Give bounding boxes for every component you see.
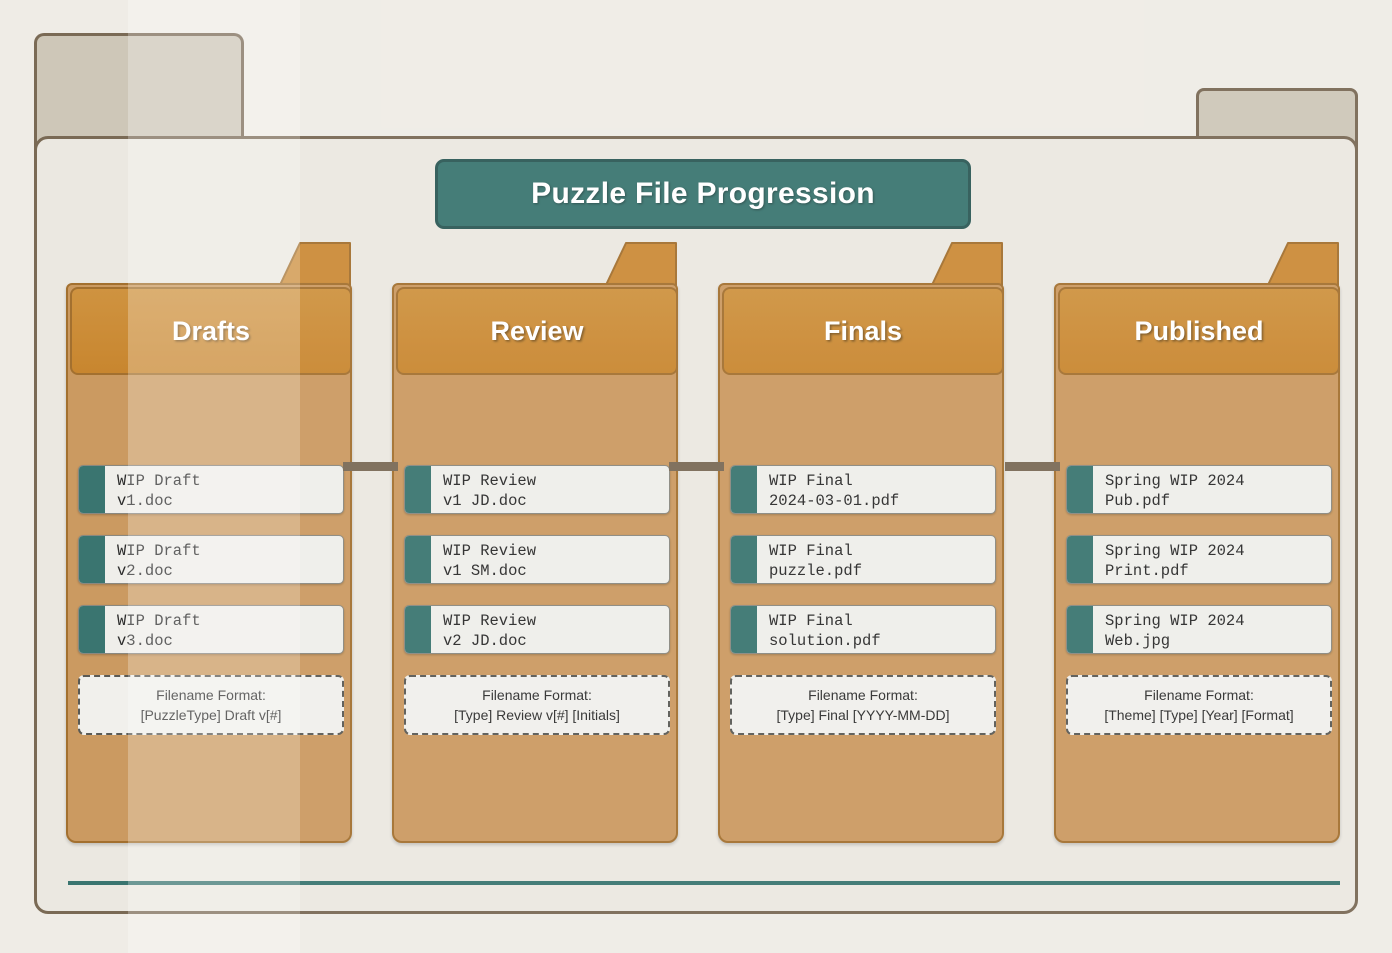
file-name-line2: v1 SM.doc <box>443 562 527 580</box>
file-type-stripe <box>1067 536 1093 583</box>
file-card[interactable]: WIP Draft v2.doc <box>78 535 344 584</box>
file-name-line2: v3.doc <box>117 632 173 650</box>
filename-format-box: Filename Format: [Type] Final [YYYY-MM-D… <box>730 675 996 735</box>
file-name-line1: Spring WIP 2024 <box>1105 542 1245 560</box>
filename-format-label: Filename Format: <box>156 687 266 703</box>
file-type-stripe <box>79 606 105 653</box>
folder-header: Review <box>396 287 678 375</box>
file-card[interactable]: WIP Draft v3.doc <box>78 605 344 654</box>
connector-review-to-finals <box>669 462 724 471</box>
folder-body: Review WIP Review v1 JD.doc WIP Review v… <box>392 283 678 843</box>
file-name-line1: WIP Draft <box>117 542 201 560</box>
filename-format-box: Filename Format: [Type] Review v[#] [Ini… <box>404 675 670 735</box>
folder-body: Published Spring WIP 2024 Pub.pdf Spring… <box>1054 283 1340 843</box>
file-name-line1: WIP Final <box>769 612 853 630</box>
file-name-line2: puzzle.pdf <box>769 562 863 580</box>
file-card[interactable]: WIP Draft v1.doc <box>78 465 344 514</box>
folder-columns: Drafts WIP Draft v1.doc WIP Draft v2.doc… <box>0 0 1392 953</box>
file-name-line1: WIP Review <box>443 612 537 630</box>
filename-format-pattern: [Type] Review v[#] [Initials] <box>454 707 620 723</box>
folder-column-finals[interactable]: Finals WIP Final 2024-03-01.pdf WIP Fina… <box>718 241 1004 843</box>
file-type-stripe <box>731 466 757 513</box>
bottom-accent-rule <box>68 881 1340 885</box>
file-name-line2: Print.pdf <box>1105 562 1189 580</box>
file-name-line1: WIP Draft <box>117 612 201 630</box>
folder-column-review[interactable]: Review WIP Review v1 JD.doc WIP Review v… <box>392 241 678 843</box>
file-list: Spring WIP 2024 Pub.pdf Spring WIP 2024 … <box>1066 465 1332 675</box>
file-card[interactable]: WIP Final 2024-03-01.pdf <box>730 465 996 514</box>
file-name-line1: WIP Review <box>443 472 537 490</box>
file-name-line1: WIP Draft <box>117 472 201 490</box>
file-name-line2: v1.doc <box>117 492 173 510</box>
folder-title: Published <box>1134 315 1264 346</box>
file-list: WIP Final 2024-03-01.pdf WIP Final puzzl… <box>730 465 996 675</box>
filename-format-label: Filename Format: <box>482 687 592 703</box>
file-card[interactable]: Spring WIP 2024 Print.pdf <box>1066 535 1332 584</box>
page-title-banner: Puzzle File Progression <box>435 159 971 229</box>
filename-format-box: Filename Format: [PuzzleType] Draft v[#] <box>78 675 344 735</box>
folder-tab-icon <box>930 241 1004 287</box>
file-type-stripe <box>731 606 757 653</box>
file-type-stripe <box>79 536 105 583</box>
page-title: Puzzle File Progression <box>531 177 875 210</box>
folder-header: Published <box>1058 287 1340 375</box>
file-type-stripe <box>731 536 757 583</box>
file-name-line2: v2.doc <box>117 562 173 580</box>
folder-tab-icon <box>604 241 678 287</box>
file-type-stripe <box>79 466 105 513</box>
file-name-line2: 2024-03-01.pdf <box>769 492 900 510</box>
filename-format-box: Filename Format: [Theme] [Type] [Year] [… <box>1066 675 1332 735</box>
filename-format-label: Filename Format: <box>808 687 918 703</box>
connector-finals-to-published <box>1005 462 1060 471</box>
file-list: WIP Draft v1.doc WIP Draft v2.doc WIP Dr… <box>78 465 344 675</box>
file-card[interactable]: Spring WIP 2024 Pub.pdf <box>1066 465 1332 514</box>
file-type-stripe <box>1067 606 1093 653</box>
folder-column-drafts[interactable]: Drafts WIP Draft v1.doc WIP Draft v2.doc… <box>66 241 352 843</box>
folder-tab-icon <box>1266 241 1340 287</box>
file-name-line1: Spring WIP 2024 <box>1105 612 1245 630</box>
file-card[interactable]: WIP Final solution.pdf <box>730 605 996 654</box>
file-name-line2: Pub.pdf <box>1105 492 1171 510</box>
folder-column-published[interactable]: Published Spring WIP 2024 Pub.pdf Spring… <box>1054 241 1340 843</box>
filename-format-label: Filename Format: <box>1144 687 1254 703</box>
file-name-line1: WIP Final <box>769 542 853 560</box>
folder-title: Drafts <box>171 315 251 346</box>
file-name-line1: Spring WIP 2024 <box>1105 472 1245 490</box>
file-name-line2: solution.pdf <box>769 632 881 650</box>
file-card[interactable]: WIP Review v1 SM.doc <box>404 535 670 584</box>
file-name-line2: v1 JD.doc <box>443 492 527 510</box>
file-card[interactable]: Spring WIP 2024 Web.jpg <box>1066 605 1332 654</box>
folder-tab-icon <box>278 241 352 287</box>
file-card[interactable]: WIP Final puzzle.pdf <box>730 535 996 584</box>
folder-header: Drafts <box>70 287 352 375</box>
folder-title: Finals <box>823 315 903 346</box>
connector-drafts-to-review <box>343 462 398 471</box>
filename-format-pattern: [Theme] [Type] [Year] [Format] <box>1104 707 1294 723</box>
filename-format-pattern: [PuzzleType] Draft v[#] <box>140 707 282 723</box>
file-type-stripe <box>405 466 431 513</box>
file-type-stripe <box>405 606 431 653</box>
file-card[interactable]: WIP Review v1 JD.doc <box>404 465 670 514</box>
file-name-line1: WIP Final <box>769 472 853 490</box>
file-name-line1: WIP Review <box>443 542 537 560</box>
file-list: WIP Review v1 JD.doc WIP Review v1 SM.do… <box>404 465 670 675</box>
file-card[interactable]: WIP Review v2 JD.doc <box>404 605 670 654</box>
folder-title: Review <box>490 315 584 346</box>
file-type-stripe <box>405 536 431 583</box>
file-name-line2: v2 JD.doc <box>443 632 527 650</box>
folder-header: Finals <box>722 287 1004 375</box>
folder-body: Drafts WIP Draft v1.doc WIP Draft v2.doc… <box>66 283 352 843</box>
file-name-line2: Web.jpg <box>1105 632 1171 650</box>
file-type-stripe <box>1067 466 1093 513</box>
folder-body: Finals WIP Final 2024-03-01.pdf WIP Fina… <box>718 283 1004 843</box>
filename-format-pattern: [Type] Final [YYYY-MM-DD] <box>776 707 950 723</box>
